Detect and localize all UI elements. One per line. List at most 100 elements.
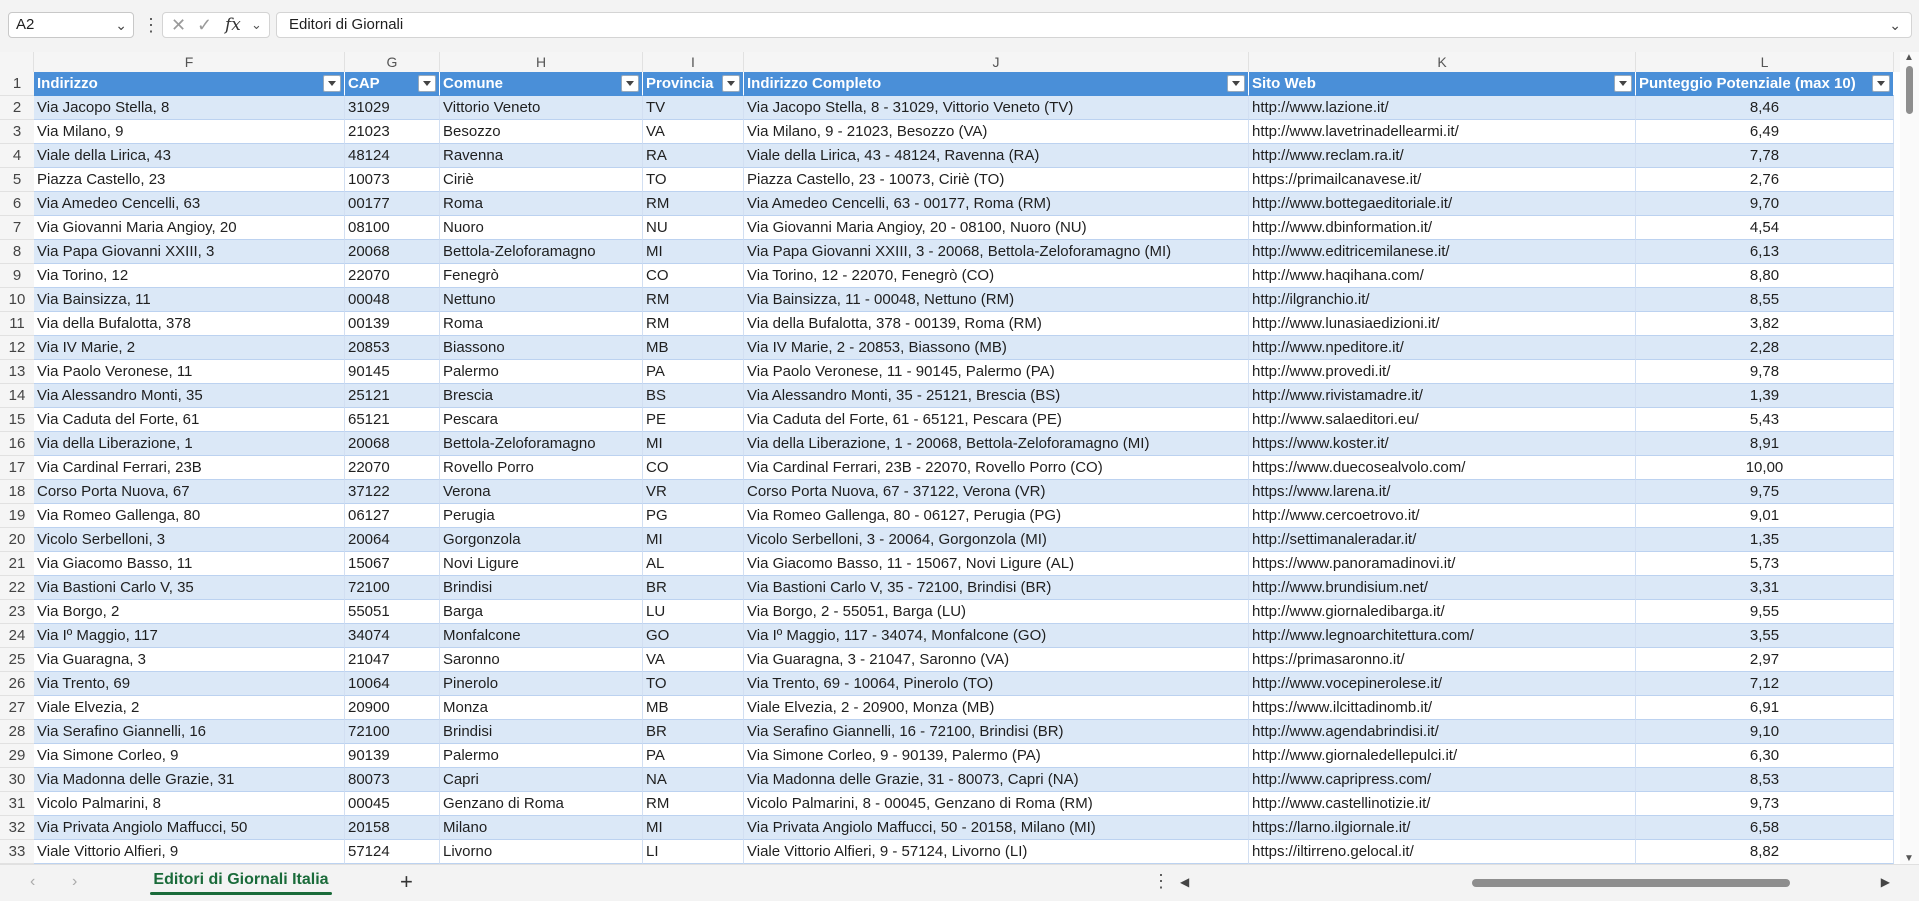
table-header-cell[interactable]: Sito Web	[1249, 72, 1636, 96]
table-cell[interactable]: Via Torino, 12	[34, 264, 345, 288]
row-header[interactable]: 18	[0, 480, 34, 504]
table-cell[interactable]: Via Caduta del Forte, 61	[34, 408, 345, 432]
table-cell[interactable]: http://www.agendabrindisi.it/	[1249, 720, 1636, 744]
table-cell[interactable]: Via Paolo Veronese, 11 - 90145, Palermo …	[744, 360, 1249, 384]
table-cell[interactable]: Piazza Castello, 23 - 10073, Ciriè (TO)	[744, 168, 1249, 192]
table-cell[interactable]: Via Cardinal Ferrari, 23B - 22070, Rovel…	[744, 456, 1249, 480]
table-cell[interactable]: 7,12	[1636, 672, 1894, 696]
row-header[interactable]: 15	[0, 408, 34, 432]
column-header-k[interactable]: K	[1249, 52, 1636, 72]
table-cell[interactable]: CO	[643, 264, 744, 288]
table-cell[interactable]: 06127	[345, 504, 440, 528]
table-cell[interactable]: 72100	[345, 720, 440, 744]
table-cell[interactable]: Via Trento, 69	[34, 672, 345, 696]
table-cell[interactable]: Via Bastioni Carlo V, 35 - 72100, Brindi…	[744, 576, 1249, 600]
table-cell[interactable]: http://www.bottegaeditoriale.it/	[1249, 192, 1636, 216]
table-cell[interactable]: http://www.provedi.it/	[1249, 360, 1636, 384]
table-cell[interactable]: Perugia	[440, 504, 643, 528]
table-cell[interactable]: Via Torino, 12 - 22070, Fenegrò (CO)	[744, 264, 1249, 288]
table-cell[interactable]: Brindisi	[440, 576, 643, 600]
table-cell[interactable]: 22070	[345, 456, 440, 480]
table-cell[interactable]: TO	[643, 168, 744, 192]
table-cell[interactable]: Viale Vittorio Alfieri, 9 - 57124, Livor…	[744, 840, 1249, 864]
row-header[interactable]: 25	[0, 648, 34, 672]
table-cell[interactable]: Via Borgo, 2	[34, 600, 345, 624]
table-cell[interactable]: 2,97	[1636, 648, 1894, 672]
row-header[interactable]: 26	[0, 672, 34, 696]
table-cell[interactable]: http://www.lunasiaedizioni.it/	[1249, 312, 1636, 336]
table-cell[interactable]: http://www.reclam.ra.it/	[1249, 144, 1636, 168]
table-cell[interactable]: Verona	[440, 480, 643, 504]
table-cell[interactable]: GO	[643, 624, 744, 648]
table-cell[interactable]: 00048	[345, 288, 440, 312]
row-header[interactable]: 29	[0, 744, 34, 768]
table-cell[interactable]: https://www.duecosealvolo.com/	[1249, 456, 1636, 480]
table-cell[interactable]: Saronno	[440, 648, 643, 672]
table-cell[interactable]: https://primailcanavese.it/	[1249, 168, 1636, 192]
table-cell[interactable]: http://settimanaleradar.it/	[1249, 528, 1636, 552]
table-cell[interactable]: BS	[643, 384, 744, 408]
table-cell[interactable]: http://www.cercoetrovo.it/	[1249, 504, 1636, 528]
table-cell[interactable]: http://www.brundisium.net/	[1249, 576, 1636, 600]
chevron-down-icon[interactable]: ⌄	[1889, 13, 1901, 37]
table-cell[interactable]: Via Papa Giovanni XXIII, 3 - 20068, Bett…	[744, 240, 1249, 264]
table-cell[interactable]: 8,53	[1636, 768, 1894, 792]
column-header-l[interactable]: L	[1636, 52, 1894, 72]
table-cell[interactable]: Via Milano, 9	[34, 120, 345, 144]
table-cell[interactable]: 10073	[345, 168, 440, 192]
row-header[interactable]: 33	[0, 840, 34, 864]
table-cell[interactable]: VA	[643, 648, 744, 672]
table-cell[interactable]: Via Milano, 9 - 21023, Besozzo (VA)	[744, 120, 1249, 144]
table-cell[interactable]: VA	[643, 120, 744, 144]
prev-sheet-icon[interactable]: ‹	[30, 873, 35, 891]
row-header[interactable]: 14	[0, 384, 34, 408]
table-header-cell[interactable]: Comune	[440, 72, 643, 96]
filter-dropdown-icon[interactable]	[621, 75, 639, 92]
table-cell[interactable]: Via Privata Angiolo Maffucci, 50 - 20158…	[744, 816, 1249, 840]
table-cell[interactable]: 1,39	[1636, 384, 1894, 408]
table-cell[interactable]: MI	[643, 240, 744, 264]
add-sheet-button[interactable]: +	[400, 869, 413, 895]
table-cell[interactable]: Via Guaragna, 3	[34, 648, 345, 672]
table-cell[interactable]: 9,01	[1636, 504, 1894, 528]
table-cell[interactable]: RM	[643, 312, 744, 336]
row-header[interactable]: 22	[0, 576, 34, 600]
table-cell[interactable]: 48124	[345, 144, 440, 168]
table-cell[interactable]: Via Alessandro Monti, 35	[34, 384, 345, 408]
table-cell[interactable]: Via Giovanni Maria Angioy, 20 - 08100, N…	[744, 216, 1249, 240]
formula-input[interactable]: Editori di Giornali ⌄	[276, 12, 1912, 38]
table-cell[interactable]: LI	[643, 840, 744, 864]
table-cell[interactable]: 5,73	[1636, 552, 1894, 576]
table-cell[interactable]: 2,76	[1636, 168, 1894, 192]
more-options-icon[interactable]: ⋮	[142, 13, 160, 37]
table-cell[interactable]: Vicolo Palmarini, 8 - 00045, Genzano di …	[744, 792, 1249, 816]
table-cell[interactable]: MB	[643, 336, 744, 360]
table-cell[interactable]: Piazza Castello, 23	[34, 168, 345, 192]
column-header-g[interactable]: G	[345, 52, 440, 72]
table-cell[interactable]: Via Privata Angiolo Maffucci, 50	[34, 816, 345, 840]
table-cell[interactable]: Via IV Marie, 2	[34, 336, 345, 360]
more-options-icon[interactable]: ⋮	[1152, 871, 1170, 892]
chevron-down-icon[interactable]: ⌄	[115, 13, 127, 37]
filter-dropdown-icon[interactable]	[418, 75, 436, 92]
table-cell[interactable]: Fenegrò	[440, 264, 643, 288]
table-cell[interactable]: MB	[643, 696, 744, 720]
table-cell[interactable]: http://www.salaeditori.eu/	[1249, 408, 1636, 432]
table-cell[interactable]: http://www.editricemilanese.it/	[1249, 240, 1636, 264]
row-header[interactable]: 8	[0, 240, 34, 264]
table-cell[interactable]: Via Iº Maggio, 117	[34, 624, 345, 648]
table-cell[interactable]: https://iltirreno.gelocal.it/	[1249, 840, 1636, 864]
table-cell[interactable]: Biassono	[440, 336, 643, 360]
table-cell[interactable]: 6,91	[1636, 696, 1894, 720]
table-cell[interactable]: Pinerolo	[440, 672, 643, 696]
table-cell[interactable]: CO	[643, 456, 744, 480]
table-cell[interactable]: PA	[643, 360, 744, 384]
table-cell[interactable]: Vicolo Palmarini, 8	[34, 792, 345, 816]
vertical-scroll-thumb[interactable]	[1906, 66, 1913, 114]
table-header-cell[interactable]: Indirizzo Completo	[744, 72, 1249, 96]
table-cell[interactable]: Via della Liberazione, 1	[34, 432, 345, 456]
table-cell[interactable]: Brindisi	[440, 720, 643, 744]
row-header[interactable]: 31	[0, 792, 34, 816]
table-cell[interactable]: MI	[643, 432, 744, 456]
table-cell[interactable]: Palermo	[440, 360, 643, 384]
